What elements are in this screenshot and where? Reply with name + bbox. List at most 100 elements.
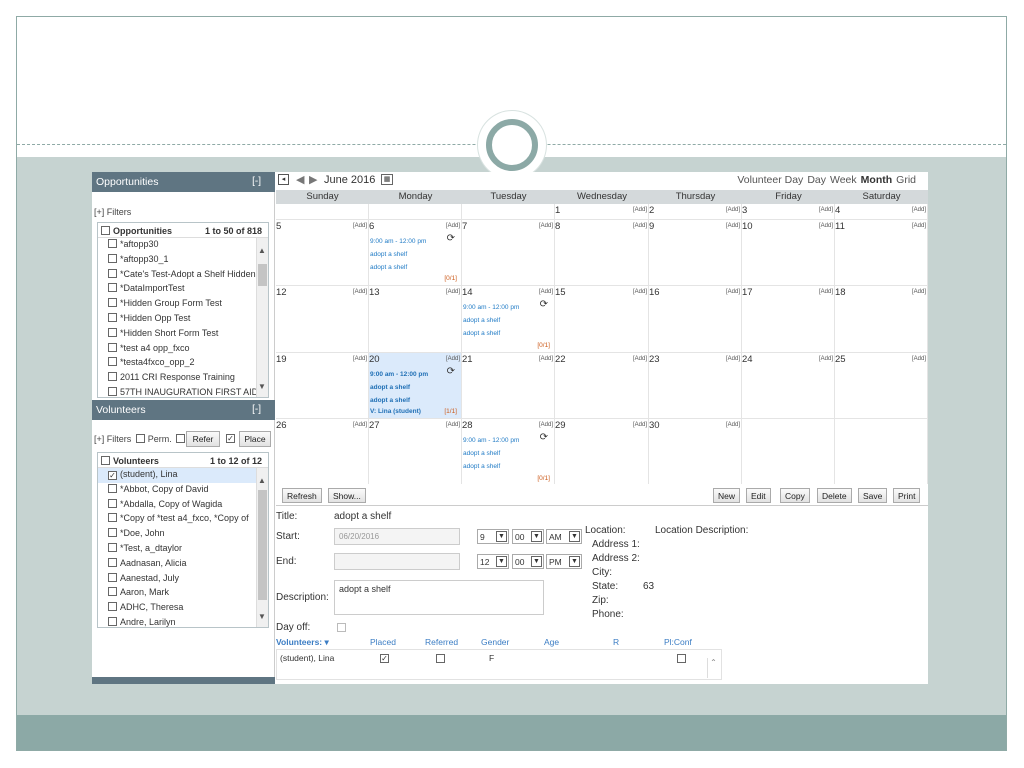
item-checkbox[interactable] (108, 572, 117, 582)
add-event-link[interactable]: [Add] (726, 422, 740, 428)
sync-icon[interactable]: ⟳ (447, 233, 455, 244)
add-event-link[interactable]: [Add] (726, 207, 740, 213)
item-checkbox[interactable] (108, 528, 117, 538)
list-item[interactable]: 57TH INAUGURATION FIRST AID (98, 386, 256, 397)
calendar-day-cell[interactable]: 12 [Add] (276, 286, 369, 353)
add-event-link[interactable]: [Add] (539, 356, 553, 362)
calendar-day-cell[interactable]: 20 [Add] 9:00 am - 12:00 pm adopt a shelf ad… (369, 353, 462, 419)
vol-filters-toggle[interactable]: [+] Filters (94, 434, 131, 444)
start-hour-select[interactable]: 9 ▼ (477, 529, 509, 544)
event-time[interactable]: 9:00 am - 12:00 pm (370, 238, 426, 245)
day-off-checkbox[interactable] (337, 623, 346, 632)
show-button[interactable]: Show... (328, 488, 366, 503)
event-title[interactable]: adopt a shelf (463, 317, 500, 324)
calendar-day-cell[interactable]: 22 [Add] (555, 353, 649, 419)
calendar-day-cell[interactable] (369, 204, 462, 220)
calendar-day-cell[interactable] (835, 419, 928, 486)
add-event-link[interactable]: [Add] (353, 422, 367, 428)
collapse-left-icon[interactable]: ◂ (278, 174, 289, 185)
item-checkbox[interactable] (108, 283, 117, 293)
list-item[interactable]: *Abbot, Copy of David (98, 483, 256, 498)
item-checkbox[interactable] (108, 239, 117, 248)
calendar-day-cell[interactable] (742, 419, 835, 486)
sync-icon[interactable]: ⟳ (447, 366, 455, 377)
view-month[interactable]: Month (861, 174, 893, 186)
vol-scrollbar[interactable]: ▲ ▼ (256, 468, 268, 627)
calendar-picker-icon[interactable]: ▦ (381, 174, 393, 185)
scroll-up-icon[interactable]: ▲ (258, 476, 266, 485)
add-event-link[interactable]: [Add] (633, 356, 647, 362)
calendar-day-cell[interactable] (276, 204, 369, 220)
item-checkbox[interactable] (108, 253, 117, 263)
list-item[interactable]: *Test, a_dtaylor (98, 542, 256, 557)
vol-col-header[interactable]: Age (544, 637, 559, 647)
add-event-link[interactable]: [Add] (633, 422, 647, 428)
add-event-link[interactable]: [Add] (912, 207, 926, 213)
scroll-thumb[interactable] (258, 490, 267, 600)
calendar-day-cell[interactable]: 2 [Add] (649, 204, 742, 220)
edit-button[interactable]: Edit (746, 488, 771, 503)
add-event-link[interactable]: [Add] (912, 356, 926, 362)
place-button[interactable]: Place (239, 431, 271, 447)
event-time[interactable]: 9:00 am - 12:00 pm (370, 371, 428, 378)
list-item[interactable]: *Copy of *test a4_fxco, *Copy of (98, 512, 256, 527)
add-event-link[interactable]: [Add] (446, 356, 460, 362)
scroll-down-icon[interactable]: ▼ (258, 612, 266, 621)
calendar-day-cell[interactable]: 8 [Add] (555, 220, 649, 286)
list-item[interactable]: *Hidden Group Form Test (98, 297, 256, 312)
item-checkbox[interactable] (108, 587, 117, 597)
calendar-day-cell[interactable]: 27 [Add] (369, 419, 462, 486)
delete-button[interactable]: Delete (817, 488, 852, 503)
calendar-day-cell[interactable]: 17 [Add] (742, 286, 835, 353)
vol-col-header[interactable]: Placed (370, 637, 396, 647)
vol-col-header[interactable]: Referred (425, 637, 458, 647)
end-minute-select[interactable]: 00 ▼ (512, 554, 544, 569)
save-button[interactable]: Save (858, 488, 888, 503)
end-hour-select[interactable]: 12 ▼ (477, 554, 509, 569)
calendar-day-cell[interactable]: 5 [Add] (276, 220, 369, 286)
list-item[interactable]: ✓ (student), Lina (98, 468, 256, 483)
vol-col-header[interactable]: Pl:Conf (664, 637, 692, 647)
scroll-up-icon[interactable]: ▲ (258, 246, 266, 255)
add-event-link[interactable]: [Add] (726, 356, 740, 362)
event-title[interactable]: adopt a shelf (463, 463, 500, 470)
item-checkbox[interactable] (108, 298, 117, 308)
calendar-day-cell[interactable]: 29 [Add] (555, 419, 649, 486)
list-item[interactable]: Aadnasan, Alicia (98, 557, 256, 572)
view-day[interactable]: Day (807, 174, 826, 186)
add-event-link[interactable]: [Add] (446, 422, 460, 428)
list-item[interactable]: Aanestad, July (98, 572, 256, 587)
calendar-day-cell[interactable]: 23 [Add] (649, 353, 742, 419)
add-event-link[interactable]: [Add] (912, 223, 926, 229)
event-title[interactable]: adopt a shelf (370, 384, 410, 391)
add-event-link[interactable]: [Add] (353, 223, 367, 229)
item-checkbox[interactable] (108, 557, 117, 567)
add-event-link[interactable]: [Add] (633, 289, 647, 295)
calendar-day-cell[interactable]: 14 [Add] 9:00 am - 12:00 pm adopt a shelf ad… (462, 286, 555, 353)
calendar-day-cell[interactable]: 24 [Add] (742, 353, 835, 419)
perm-checkbox-2[interactable] (176, 434, 186, 443)
item-checkbox[interactable] (108, 357, 117, 367)
calendar-day-cell[interactable]: 9 [Add] (649, 220, 742, 286)
add-event-link[interactable]: [Add] (539, 422, 553, 428)
calendar-day-cell[interactable]: 25 [Add] (835, 353, 928, 419)
list-item[interactable]: *Cate's Test-Adopt a Shelf Hidden (98, 268, 256, 283)
list-item[interactable]: Aaron, Mark (98, 586, 256, 601)
calendar-day-cell[interactable]: 26 [Add] (276, 419, 369, 486)
description-textarea[interactable]: adopt a shelf (334, 580, 544, 615)
calendar-day-cell[interactable]: 30 [Add] (649, 419, 742, 486)
vol-col-header[interactable]: Volunteers: ▾ (276, 637, 329, 648)
list-item[interactable]: *Hidden Short Form Test (98, 327, 256, 342)
refresh-button[interactable]: Refresh (282, 488, 322, 503)
calendar-day-cell[interactable]: 21 [Add] (462, 353, 555, 419)
add-event-link[interactable]: [Add] (353, 356, 367, 362)
placed-checkbox[interactable]: ✓ (380, 654, 389, 663)
scroll-down-icon[interactable]: ▼ (258, 382, 266, 391)
add-event-link[interactable]: [Add] (819, 223, 833, 229)
item-checkbox[interactable] (108, 342, 117, 352)
copy-button[interactable]: Copy (780, 488, 810, 503)
opp-filters-toggle[interactable]: [+] Filters (94, 207, 131, 217)
event-title[interactable]: adopt a shelf (463, 450, 500, 457)
item-checkbox[interactable] (108, 312, 117, 322)
calendar-day-cell[interactable]: 18 [Add] (835, 286, 928, 353)
